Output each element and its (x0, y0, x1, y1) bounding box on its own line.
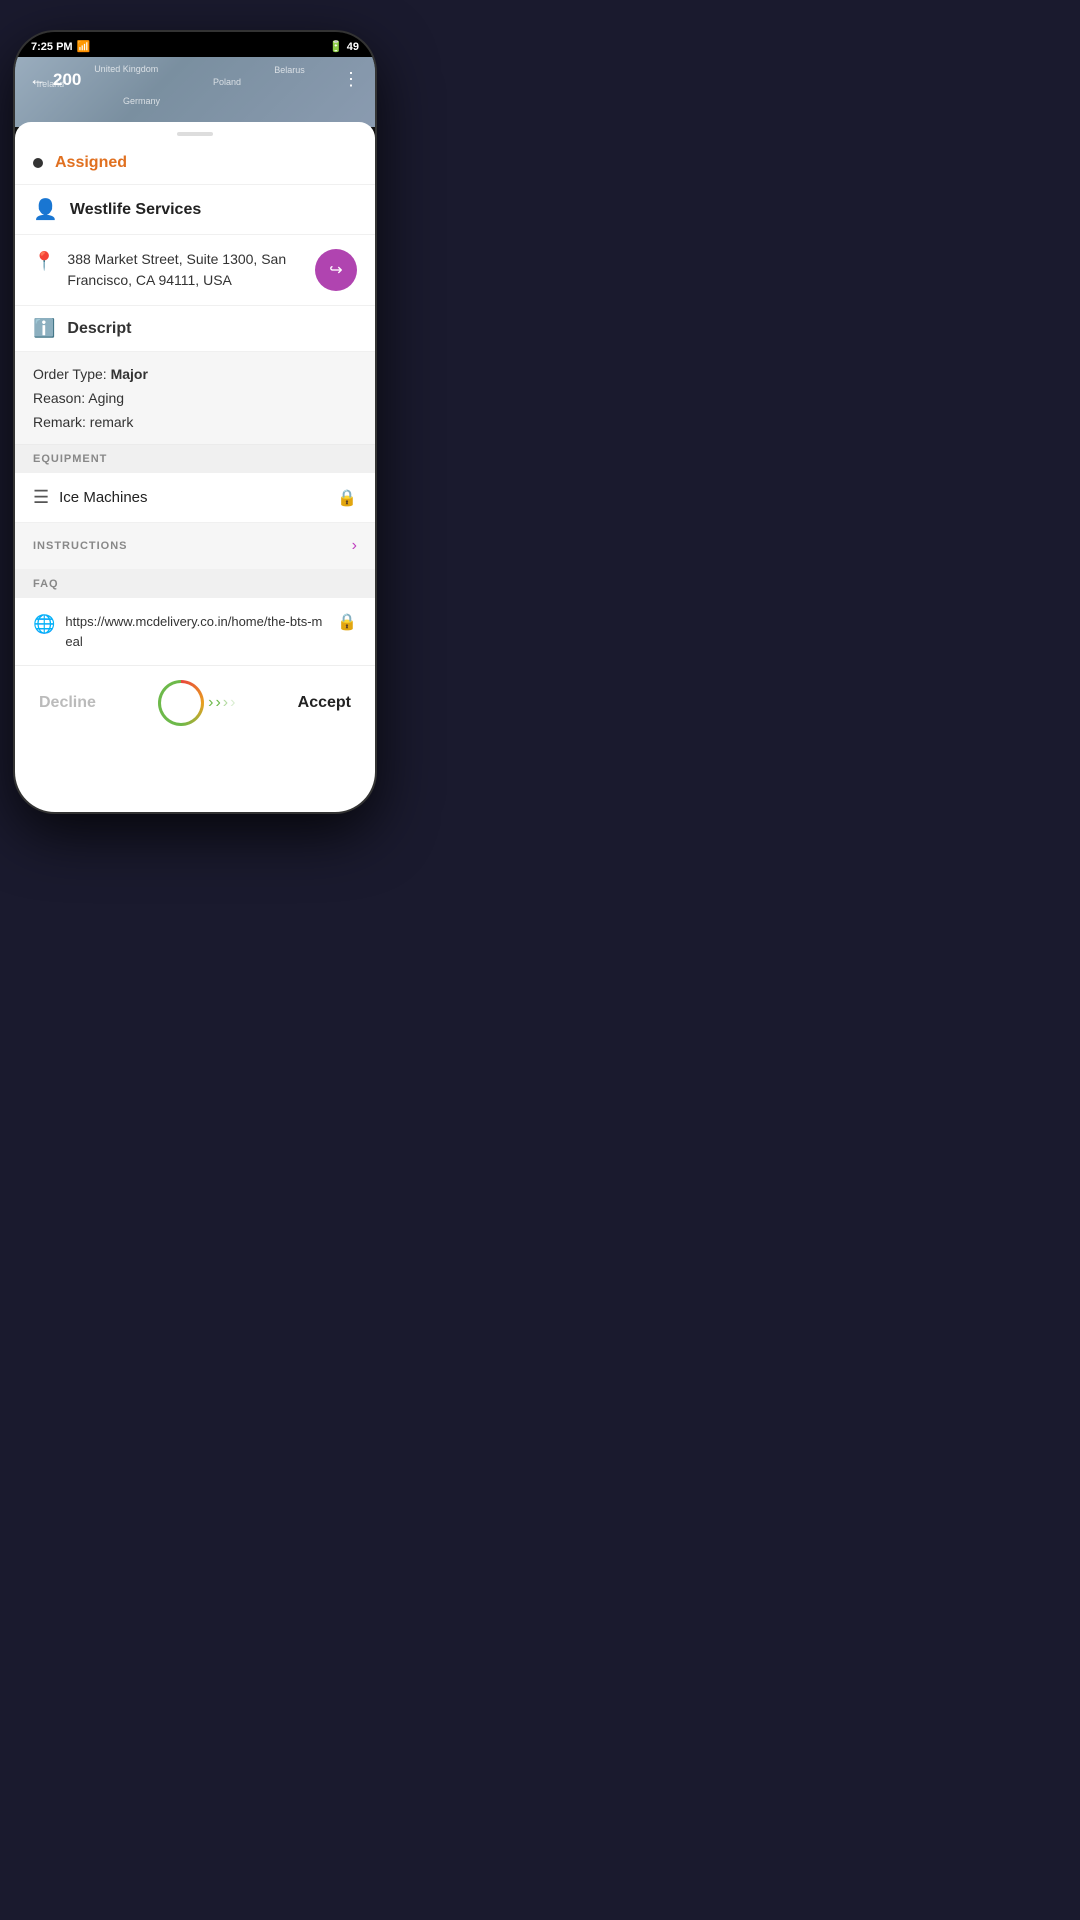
lock-icon: 🔒 (337, 488, 357, 508)
order-type-row: Order Type: Major (33, 366, 357, 382)
accept-slider[interactable]: › › › › (158, 680, 235, 726)
sheet-handle (15, 122, 375, 142)
status-right: 🔋 49 (329, 40, 359, 53)
person-icon: 👤 (33, 197, 58, 222)
status-label: Assigned (55, 154, 127, 172)
faq-row: 🌐 https://www.mcdelivery.co.in/home/the-… (15, 598, 375, 665)
status-bar: 7:25 PM 📶 🔋 49 (15, 32, 375, 57)
faq-section-header: FAQ (15, 570, 375, 598)
status-left: 7:25 PM 📶 (31, 40, 90, 53)
order-details-section: Order Type: Major Reason: Aging Remark: … (15, 352, 375, 445)
order-id: 200 (53, 70, 81, 90)
faq-link[interactable]: https://www.mcdelivery.co.in/home/the-bt… (65, 612, 327, 651)
address-text: 388 Market Street, Suite 1300, San Franc… (67, 249, 303, 291)
status-section: Assigned (15, 142, 375, 185)
remark-row: Remark: remark (33, 414, 357, 430)
status-indicator-dot (33, 158, 43, 168)
back-arrow-icon: ← (29, 69, 47, 90)
instructions-label: INSTRUCTIONS (33, 540, 352, 552)
arrows-container: › › › › (208, 694, 235, 712)
list-icon: ☰ (33, 487, 49, 508)
description-label: Descript (67, 320, 131, 338)
equipment-row: ☰ Ice Machines 🔒 (15, 473, 375, 523)
description-section: ℹ️ Descript (15, 306, 375, 352)
signal-icons: 📶 (77, 40, 91, 53)
more-options-button[interactable]: ⋮ (342, 69, 361, 90)
company-section: 👤 Westlife Services (15, 185, 375, 235)
slider-circle[interactable] (158, 680, 204, 726)
handle-bar (177, 132, 213, 136)
bottom-action-bar: Decline › › › › Accept (15, 665, 375, 740)
reason-row: Reason: Aging (33, 390, 357, 406)
instructions-section[interactable]: INSTRUCTIONS › (15, 523, 375, 570)
slider-circle-inner (167, 689, 195, 717)
location-pin-icon: 📍 (33, 251, 55, 272)
time-display: 7:25 PM (31, 41, 73, 53)
navigation-arrow-icon: ↪ (329, 260, 342, 280)
equipment-name: Ice Machines (59, 489, 327, 506)
info-icon: ℹ️ (33, 318, 55, 339)
arrow-chevron-2: › (215, 694, 220, 712)
accept-button[interactable]: Accept (298, 694, 351, 712)
instructions-chevron-icon[interactable]: › (352, 537, 357, 555)
bottom-sheet: Assigned 👤 Westlife Services 📍 388 Marke… (15, 122, 375, 812)
globe-icon: 🌐 (33, 614, 55, 635)
company-name: Westlife Services (70, 201, 201, 219)
order-type-value: Major (111, 366, 148, 382)
arrow-chevron-1: › (208, 694, 213, 712)
arrow-chevron-4: › (230, 694, 235, 712)
equipment-section-header: EQUIPMENT (15, 445, 375, 473)
address-section: 📍 388 Market Street, Suite 1300, San Fra… (15, 235, 375, 306)
map-background: United Kingdom Ireland Germany Poland Be… (15, 57, 375, 127)
back-button[interactable]: ← 200 (29, 69, 81, 90)
navigate-button[interactable]: ↪ (315, 249, 357, 291)
battery-icon: 🔋 (329, 40, 343, 53)
battery-level: 49 (347, 41, 359, 53)
order-type-label: Order Type: (33, 366, 111, 382)
faq-lock-icon: 🔒 (337, 612, 357, 632)
decline-button[interactable]: Decline (39, 694, 96, 712)
top-navigation: ← 200 ⋮ (15, 57, 375, 102)
arrow-chevron-3: › (223, 694, 228, 712)
